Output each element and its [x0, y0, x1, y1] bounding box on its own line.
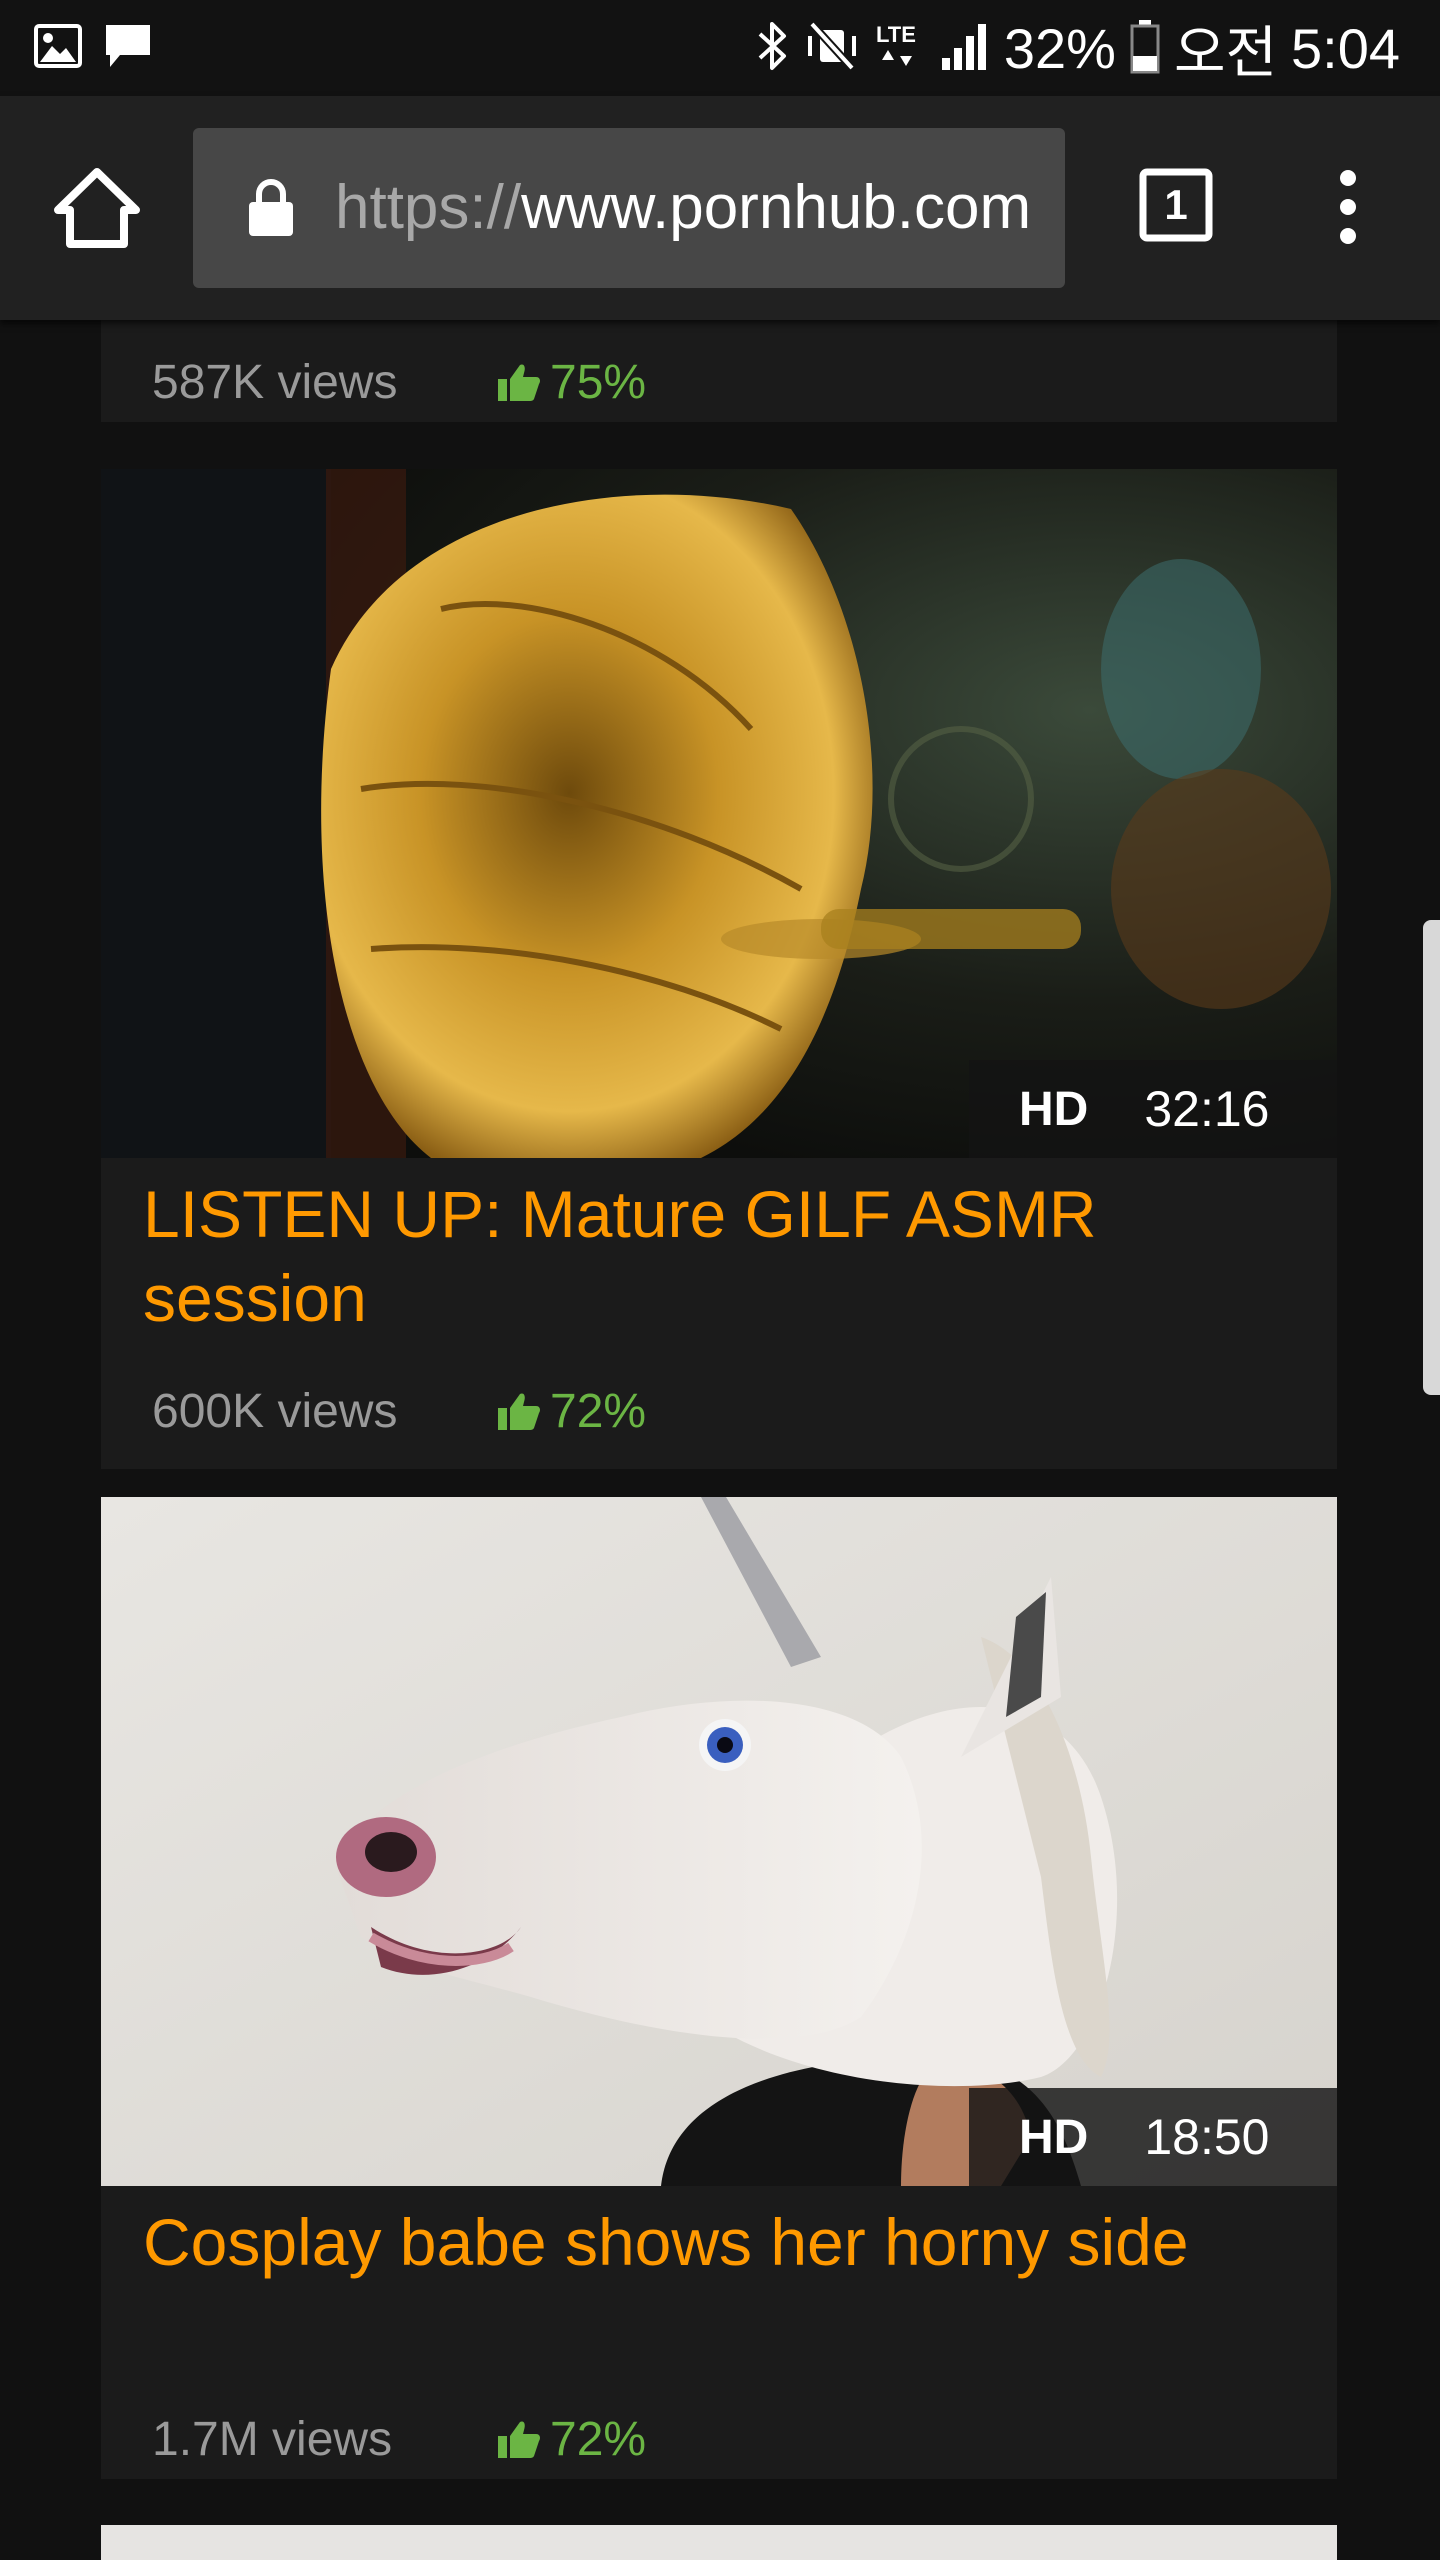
video-thumbnail[interactable]: HD 18:50: [101, 1497, 1337, 2186]
home-button[interactable]: [52, 164, 142, 254]
thumbs-up-icon: [498, 2421, 540, 2458]
video-meta: 600K views 72%: [152, 1381, 646, 1441]
video-badge: HD 32:16: [969, 1060, 1337, 1158]
rating-value: 75%: [550, 355, 647, 409]
svg-text:LTE: LTE: [876, 22, 916, 47]
status-ampm: 오전: [1173, 20, 1277, 84]
video-views: 1.7M views: [152, 2412, 393, 2466]
rating-value: 72%: [550, 1384, 647, 1438]
status-system: LTE 32% 오전 5:04: [756, 14, 1400, 84]
browser-toolbar: https://www.pornhub.com 1: [0, 96, 1440, 320]
vibrate-mute-icon: [804, 20, 860, 77]
signal-icon: [940, 20, 990, 77]
thumbs-up-icon: [498, 364, 540, 401]
video-duration: 18:50: [1144, 2109, 1270, 2165]
tab-count: 1: [1164, 181, 1188, 228]
video-card[interactable]: HD 18:50 Cosplay babe shows her horny si…: [101, 1497, 1337, 2479]
rating-value: 72%: [550, 2412, 647, 2466]
url-host: www.pornhub.com: [521, 173, 1032, 242]
url-scheme: https://: [335, 173, 522, 242]
gallery-icon: [34, 23, 82, 73]
video-thumbnail[interactable]: HD 32:16: [101, 469, 1337, 1158]
video-meta: 1.7M views 72%: [152, 2409, 646, 2469]
video-card[interactable]: HD 32:16 LISTEN UP: Mature GILF ASMR ses…: [101, 469, 1337, 1469]
message-icon: [102, 21, 154, 76]
hd-label: HD: [1019, 1082, 1089, 1136]
unicorn-mask-image: [101, 1497, 1337, 2186]
lock-icon: [245, 178, 297, 238]
url-text[interactable]: https://www.pornhub.com: [335, 128, 1039, 288]
video-duration: 32:16: [1144, 1081, 1270, 1137]
video-meta: 587K views 75%: [152, 352, 646, 412]
video-card[interactable]: [101, 2525, 1337, 2560]
video-badge: HD 18:50: [969, 2088, 1337, 2186]
status-notifications: [34, 22, 154, 74]
video-rating: 72%: [496, 1384, 646, 1439]
video-list: 587K views 75% HD 32:16 LISTEN UP: Matur…: [0, 320, 1440, 2560]
battery-percent: 32%: [1003, 16, 1116, 80]
home-icon: [54, 168, 140, 248]
bluetooth-icon: [756, 18, 790, 79]
hd-label: HD: [1019, 2110, 1089, 2164]
video-title[interactable]: Cosplay babe shows her horny side: [143, 2200, 1307, 2284]
overflow-menu-button[interactable]: [1320, 162, 1376, 252]
video-views: 587K views: [152, 355, 398, 409]
video-rating: 72%: [496, 2412, 646, 2467]
status-bar: LTE 32% 오전 5:04: [0, 0, 1440, 96]
scrollbar[interactable]: [1423, 920, 1440, 1395]
video-views: 600K views: [152, 1384, 398, 1438]
more-vert-icon: [1340, 170, 1356, 244]
video-card[interactable]: 587K views 75%: [101, 320, 1337, 422]
url-bar[interactable]: https://www.pornhub.com: [193, 128, 1065, 288]
video-rating: 75%: [496, 355, 646, 410]
tab-switcher-button[interactable]: 1: [1139, 168, 1213, 242]
thumbs-up-icon: [498, 1393, 540, 1430]
lte-icon: LTE: [874, 20, 926, 77]
status-time: 5:04: [1291, 16, 1400, 80]
battery-icon: [1130, 18, 1160, 79]
video-title[interactable]: LISTEN UP: Mature GILF ASMR session: [143, 1172, 1307, 1340]
gramophone-image: [101, 469, 1337, 1158]
